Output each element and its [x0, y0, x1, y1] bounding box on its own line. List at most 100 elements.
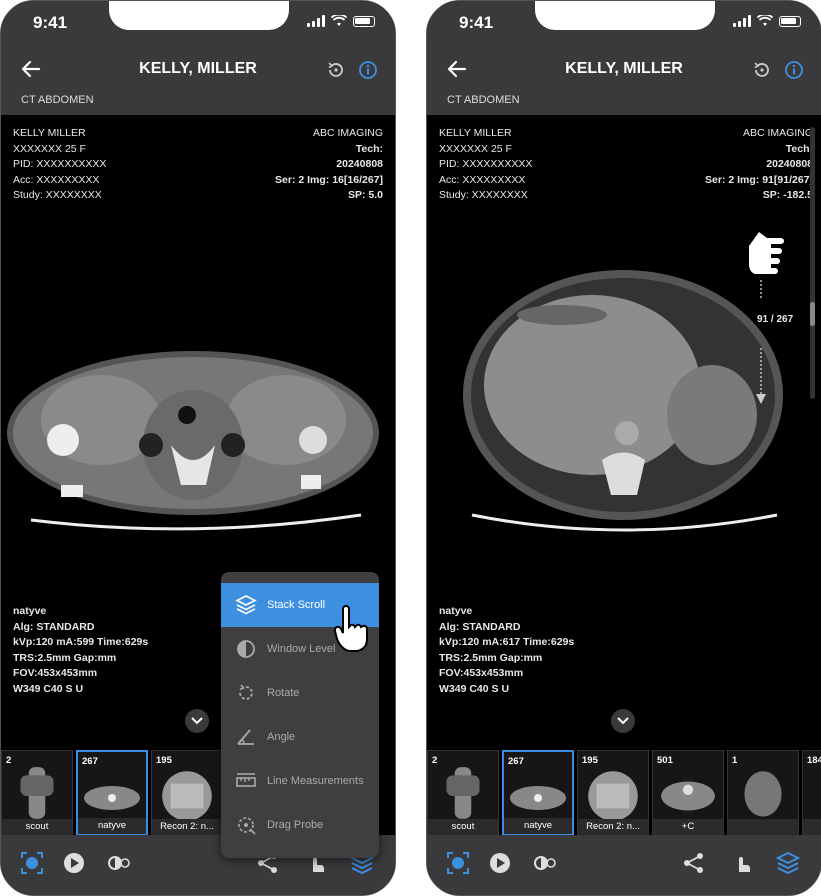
- series-label: [728, 819, 798, 835]
- series-thumbnail[interactable]: 1: [727, 750, 799, 836]
- patient-info-overlay: KELLY MILLER XXXXXXX 25 F PID: XXXXXXXXX…: [13, 126, 106, 204]
- slice-position: SP: -182.5: [762, 189, 813, 201]
- ruler-icon: [236, 773, 256, 787]
- series-label: scout: [2, 819, 72, 835]
- patient-name: KELLY MILLER: [13, 127, 86, 139]
- menu-item-label: Drag Probe: [267, 819, 324, 831]
- menu-item-drag-probe[interactable]: Drag Probe: [221, 803, 379, 847]
- probe-icon: [238, 817, 256, 835]
- acquisition-info-overlay: natyve Alg: STANDARD kVp:120 mA:617 Time…: [439, 604, 574, 697]
- study-date: 20240808: [336, 158, 383, 170]
- series-thumbnail-selected[interactable]: 267 natyve: [76, 750, 148, 836]
- angle-icon: [237, 729, 254, 745]
- menu-item-label: Window Level: [267, 643, 336, 655]
- bottom-toolbar: [427, 835, 821, 895]
- study-info-overlay: ABC IMAGING Tech: 20240808 Ser: 2 Img: 9…: [705, 126, 813, 204]
- menu-item-angle[interactable]: Angle: [221, 715, 379, 759]
- rotate-icon: [239, 684, 253, 700]
- menu-item-label: Line Measurements: [267, 775, 364, 787]
- signal-icon: [733, 15, 751, 27]
- technician: Tech:: [355, 142, 383, 155]
- series-thumbnail[interactable]: 2 scout: [1, 750, 73, 836]
- series-label: Recon 2: n...: [578, 819, 648, 835]
- study-info-overlay: ABC IMAGING Tech: 20240808 Ser: 2 Img: 1…: [275, 126, 383, 204]
- series-thumbnail-selected[interactable]: 267 natyve: [502, 750, 574, 836]
- slice-thickness: TRS:2.5mm Gap:mm: [439, 651, 543, 664]
- series-label: natyve: [504, 818, 572, 834]
- battery-icon: [779, 15, 801, 27]
- accession-number: Acc: XXXXXXXXX: [439, 173, 526, 186]
- chevron-down-icon: [191, 717, 203, 725]
- study-date: 20240808: [766, 158, 813, 170]
- share-icon[interactable]: [681, 850, 707, 876]
- app-header: 9:41 KELLY, MILLER CT ABDOMEN: [1, 1, 395, 115]
- accession-number: Acc: XXXXXXXXX: [13, 173, 100, 186]
- layers-icon[interactable]: [775, 850, 801, 876]
- history-icon[interactable]: [751, 59, 773, 81]
- algorithm: Alg: STANDARD: [13, 620, 95, 633]
- phone-notch: [535, 1, 715, 30]
- series-label: +C: [653, 819, 723, 835]
- app-header: 9:41 KELLY, MILLER CT ABDOMEN: [427, 1, 821, 115]
- series-label: scout: [428, 819, 498, 835]
- recon-image: [588, 771, 638, 821]
- scout-image: [446, 767, 480, 819]
- axial-image: [84, 786, 140, 810]
- series-thumbnail[interactable]: 195 Recon 2: n...: [577, 750, 649, 836]
- field-of-view: FOV:453x453mm: [13, 667, 98, 679]
- brain-image: [744, 771, 782, 817]
- touch-gesture-icon[interactable]: [729, 850, 755, 876]
- viewport-icon[interactable]: [445, 850, 471, 876]
- window-level: W349 C40 S U: [439, 682, 510, 695]
- patient-id: PID: XXXXXXXXXX: [13, 158, 107, 170]
- patient-id: PID: XXXXXXXXXX: [439, 158, 533, 170]
- series-name: natyve: [439, 605, 473, 617]
- brightness-contrast-icon[interactable]: [105, 850, 131, 876]
- chevron-down-icon: [617, 717, 629, 725]
- patient-age-sex: XXXXXXX 25 F: [439, 142, 512, 155]
- status-time: 9:41: [459, 13, 494, 32]
- viewport-icon[interactable]: [19, 850, 45, 876]
- menu-item-label: Angle: [267, 731, 296, 743]
- layers-icon: [235, 595, 257, 615]
- menu-item-line-measurements[interactable]: Line Measurements: [221, 759, 379, 803]
- image-viewport[interactable]: KELLY MILLER XXXXXXX 25 F PID: XXXXXXXXX…: [427, 115, 821, 747]
- info-icon[interactable]: [783, 59, 805, 81]
- series-name: natyve: [13, 605, 47, 617]
- scroll-direction-arrow: [756, 280, 766, 404]
- status-time: 9:41: [33, 13, 68, 32]
- series-thumbnail[interactable]: 195 Recon 2: n...: [151, 750, 223, 836]
- series-image-index: Ser: 2 Img: 16[16/267]: [275, 173, 383, 186]
- brightness-contrast-icon[interactable]: [531, 850, 557, 876]
- patient-name: KELLY MILLER: [439, 127, 512, 139]
- series-label: Recon 2: n...: [152, 819, 222, 835]
- slice-thickness: TRS:2.5mm Gap:mm: [13, 651, 117, 664]
- history-icon[interactable]: [325, 59, 347, 81]
- series-thumbnail[interactable]: 2 scout: [427, 750, 499, 836]
- recon-image: [162, 771, 212, 821]
- wifi-icon: [331, 15, 347, 26]
- scroll-position-counter: 91 / 267: [757, 314, 794, 325]
- algorithm: Alg: STANDARD: [439, 620, 521, 633]
- series-thumbnail-strip: 2scout 267natyve 195Recon 2: n... 501+C …: [427, 747, 821, 837]
- expand-thumbnails-button[interactable]: [185, 709, 209, 733]
- stack-scroll-thumb[interactable]: [810, 302, 815, 326]
- series-thumbnail[interactable]: 184 tof: [802, 750, 821, 836]
- expand-thumbnails-button[interactable]: [611, 709, 635, 733]
- phone-notch: [109, 1, 289, 30]
- stack-scrollbar[interactable]: [810, 127, 815, 399]
- info-icon[interactable]: [357, 59, 379, 81]
- play-icon[interactable]: [487, 850, 513, 876]
- battery-icon: [353, 15, 375, 27]
- play-icon[interactable]: [61, 850, 87, 876]
- menu-item-label: Stack Scroll: [267, 599, 326, 611]
- hand-swipe-icon: [749, 232, 784, 274]
- series-thumbnail[interactable]: 501+C: [652, 750, 724, 836]
- series-image-index: Ser: 2 Img: 91[91/267]: [705, 173, 813, 186]
- scout-image: [20, 767, 54, 819]
- slice-position: SP: 5.0: [347, 189, 383, 201]
- study-description: CT ABDOMEN: [447, 94, 520, 106]
- menu-item-rotate[interactable]: Rotate: [221, 671, 379, 715]
- exposure-params: kVp:120 mA:599 Time:629s: [13, 636, 149, 648]
- wifi-icon: [757, 15, 773, 26]
